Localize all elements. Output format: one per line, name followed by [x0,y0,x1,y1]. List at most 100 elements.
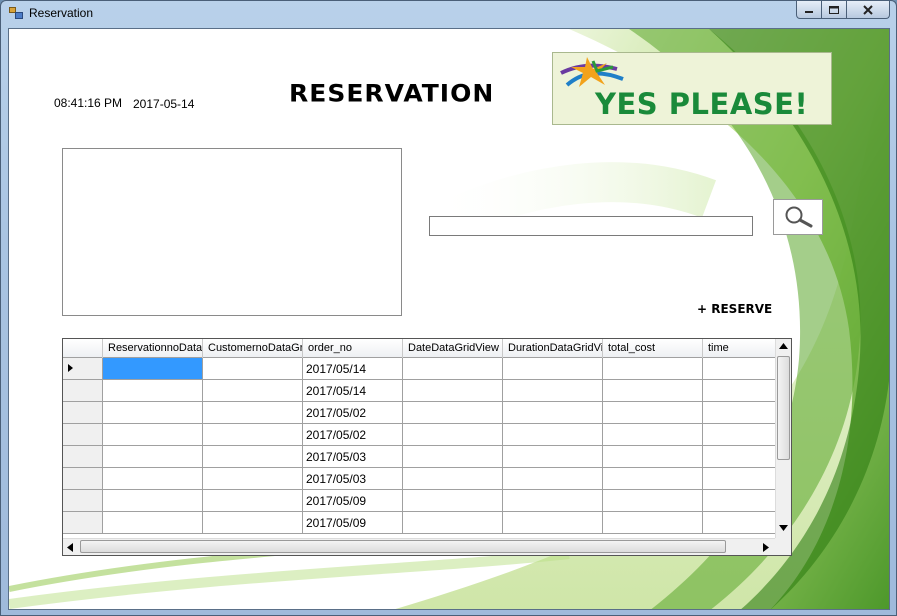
table-row[interactable]: 2017/05/14 [63,358,791,380]
page-title: RESERVATION [289,79,495,108]
table-row[interactable]: 2017/05/09 [63,512,791,534]
form-client-area: 08:41:16 PM 2017-05-14 RESERVATION YES P… [8,28,890,610]
table-cell[interactable] [103,490,203,512]
yes-please-logo: YES PLEASE! [552,52,832,125]
table-cell[interactable] [403,380,503,402]
row-header[interactable] [63,358,103,380]
table-cell[interactable] [103,424,203,446]
table-row[interactable]: 2017/05/02 [63,402,791,424]
grid-body: 2017/05/14 2017/05/14 2017/05/02 2017/05/02… [63,358,791,534]
column-header[interactable]: DurationDataGridVi [503,339,603,358]
column-header[interactable]: total_cost [603,339,703,358]
table-cell[interactable] [403,446,503,468]
table-cell[interactable] [403,468,503,490]
table-cell[interactable] [103,402,203,424]
vertical-scroll-thumb[interactable] [777,356,790,460]
table-cell[interactable] [603,468,703,490]
app-icon[interactable] [9,7,23,19]
table-cell[interactable] [603,446,703,468]
table-cell[interactable] [203,512,303,534]
window-title: Reservation [29,6,94,20]
row-header[interactable] [63,468,103,490]
column-header[interactable]: CustomernoDataGri [203,339,303,358]
table-cell[interactable]: 2017/05/03 [303,468,403,490]
table-cell[interactable] [503,490,603,512]
table-cell[interactable] [203,424,303,446]
table-cell[interactable] [603,402,703,424]
close-icon [863,4,873,15]
title-bar[interactable]: Reservation [1,1,896,27]
row-header[interactable] [63,512,103,534]
horizontal-scrollbar[interactable] [63,538,777,555]
scroll-left-icon[interactable] [67,543,73,552]
table-cell[interactable] [503,380,603,402]
table-cell[interactable] [403,424,503,446]
row-header[interactable] [63,402,103,424]
table-cell[interactable] [403,490,503,512]
table-cell[interactable] [603,424,703,446]
table-cell[interactable] [203,468,303,490]
row-header[interactable] [63,446,103,468]
table-row[interactable]: 2017/05/02 [63,424,791,446]
table-cell[interactable] [203,358,303,380]
table-cell[interactable] [403,512,503,534]
table-cell[interactable] [103,380,203,402]
table-cell[interactable] [203,380,303,402]
logo-text: YES PLEASE! [595,87,809,121]
vertical-scrollbar[interactable] [775,339,791,539]
row-header[interactable] [63,490,103,512]
horizontal-scroll-thumb[interactable] [80,540,726,553]
search-input[interactable] [429,216,753,236]
table-cell[interactable] [603,380,703,402]
clock-label: 08:41:16 PM [54,96,123,110]
minimize-button[interactable] [796,1,822,19]
table-cell[interactable] [403,402,503,424]
table-cell[interactable]: 2017/05/03 [303,446,403,468]
reserve-button[interactable]: + RESERVE [697,302,772,316]
table-cell[interactable] [603,512,703,534]
table-cell[interactable]: 2017/05/14 [303,380,403,402]
table-cell[interactable]: 2017/05/09 [303,512,403,534]
table-cell[interactable] [203,402,303,424]
scroll-up-icon[interactable] [779,343,788,349]
table-cell[interactable] [103,468,203,490]
date-label: 2017-05-14 [133,97,195,111]
row-header[interactable] [63,424,103,446]
table-cell[interactable] [203,490,303,512]
reservation-window: Reservation 08:41:16 PM 2017-05-14 RESER… [0,0,897,616]
minimize-icon [805,10,813,13]
table-cell[interactable] [503,512,603,534]
scroll-down-icon[interactable] [779,525,788,531]
maximize-button[interactable] [821,1,847,19]
row-header[interactable] [63,380,103,402]
column-header[interactable]: order_no [303,339,403,358]
reservations-grid[interactable]: ReservationnoData CustomernoDataGri orde… [62,338,792,556]
table-cell[interactable] [503,424,603,446]
column-header[interactable]: ReservationnoData [103,339,203,358]
table-row[interactable]: 2017/05/03 [63,446,791,468]
table-cell[interactable] [403,358,503,380]
table-cell[interactable] [103,446,203,468]
table-cell[interactable] [103,512,203,534]
table-cell[interactable]: 2017/05/02 [303,402,403,424]
grid-corner-header[interactable] [63,339,103,358]
column-header[interactable]: DateDataGridView [403,339,503,358]
table-cell[interactable] [603,358,703,380]
table-cell[interactable]: 2017/05/02 [303,424,403,446]
table-row[interactable]: 2017/05/14 [63,380,791,402]
table-cell[interactable] [503,358,603,380]
table-cell[interactable] [503,402,603,424]
close-button[interactable] [846,1,890,19]
table-cell[interactable] [603,490,703,512]
scroll-right-icon[interactable] [763,543,769,552]
table-cell[interactable]: 2017/05/09 [303,490,403,512]
table-cell[interactable] [503,446,603,468]
table-row[interactable]: 2017/05/03 [63,468,791,490]
table-cell[interactable] [503,468,603,490]
search-button[interactable] [773,199,823,235]
table-cell[interactable] [203,446,303,468]
magnifier-icon [785,206,813,228]
table-cell[interactable]: 2017/05/14 [303,358,403,380]
table-row[interactable]: 2017/05/09 [63,490,791,512]
table-cell[interactable] [103,358,203,380]
